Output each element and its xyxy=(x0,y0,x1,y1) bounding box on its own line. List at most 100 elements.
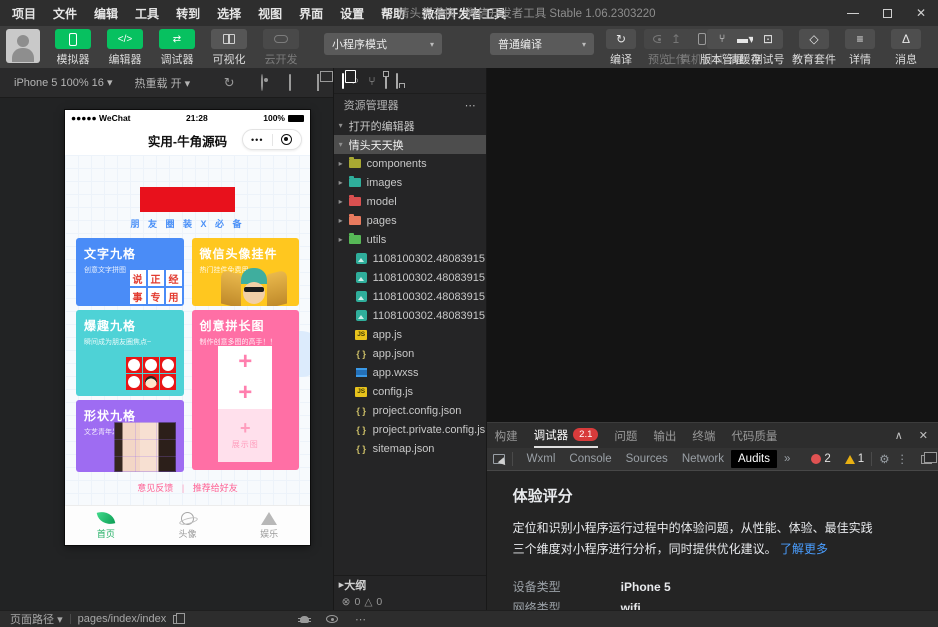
messages-button[interactable]: Δ 消息 xyxy=(884,29,928,67)
learn-more-link[interactable]: 了解更多 xyxy=(780,542,828,556)
editor-toggle[interactable]: </> 编辑器 xyxy=(102,29,148,67)
close-button[interactable]: ✕ xyxy=(904,0,938,26)
section-project-root[interactable]: ▾ 情头天天换 xyxy=(334,135,486,154)
card-text-grid[interactable]: 文字九格 创意文字拼图 说正经 事专用 xyxy=(76,238,184,306)
compile-mode-select[interactable]: 普通编译 ▾ xyxy=(490,33,594,55)
section-open-editors[interactable]: ▾ 打开的编辑器 xyxy=(334,116,486,135)
upload-button[interactable]: ↥ 上传 xyxy=(654,29,698,67)
menu-project[interactable]: 项目 xyxy=(12,5,36,22)
menu-file[interactable]: 文件 xyxy=(53,5,77,22)
toolbar-right-actions: ↥ 上传 ⑂ 版本管理 ⊡ 测试号 ◇ 教育套件 ≡ 详情 Δ 消息 xyxy=(654,29,930,67)
rotate-icon[interactable]: ↻ xyxy=(224,75,235,91)
device-frame-icon[interactable] xyxy=(289,75,291,90)
more-icon[interactable]: ⋯ xyxy=(355,613,366,626)
extensions-icon[interactable] xyxy=(385,74,387,88)
devtools-settings-icon[interactable]: ⚙ xyxy=(879,452,889,466)
menu-edit[interactable]: 编辑 xyxy=(94,5,118,22)
cloud-dev-toggle[interactable]: 云开发 xyxy=(258,29,304,67)
kebab-menu-icon[interactable]: ⋮ xyxy=(890,449,916,469)
menu-tools[interactable]: 工具 xyxy=(135,5,159,22)
tree-folder-images[interactable]: ▸ images xyxy=(334,173,486,192)
tree-file-config-js[interactable]: JS config.js xyxy=(334,382,486,401)
simulator-toggle[interactable]: 模拟器 xyxy=(50,29,96,67)
menu-goto[interactable]: 转到 xyxy=(176,5,200,22)
card-fun-grid[interactable]: 爆趣九格 瞬间成为朋友圈焦点~ xyxy=(76,310,184,396)
tree-file-app-wxss[interactable]: app.wxss xyxy=(334,363,486,382)
record-icon[interactable] xyxy=(261,75,263,90)
hot-reload-toggle[interactable]: 热重载 开 ▾ xyxy=(135,75,191,91)
devtab-console[interactable]: Console xyxy=(562,450,618,468)
tree-file-project-private-config[interactable]: { } project.private.config.js... xyxy=(334,420,486,439)
copy-icon[interactable] xyxy=(173,615,180,624)
close-panel-icon[interactable]: ✕ xyxy=(919,429,928,442)
tree-file-image[interactable]: 1108100302.48083915... xyxy=(334,249,486,268)
devtab-wxml[interactable]: Wxml xyxy=(520,450,563,468)
inspect-icon[interactable] xyxy=(493,454,505,464)
tab-fun[interactable]: 娱乐 xyxy=(228,506,310,545)
tab-debugger[interactable]: 调试器 2.1 xyxy=(534,423,599,448)
more-menu-button[interactable]: ••• xyxy=(243,135,272,145)
card-long-picture[interactable]: 创意拼长图 制作创意多图的高手！！ + + + 展示图 xyxy=(192,310,300,470)
editor-area: 构建 调试器 2.1 问题 输出 终端 代码质量 ∧ ✕ xyxy=(487,68,938,610)
tree-folder-pages[interactable]: ▸ pages xyxy=(334,211,486,230)
tree-file-project-config[interactable]: { } project.config.json xyxy=(334,401,486,420)
page-path-label[interactable]: 页面路径 ▾ xyxy=(10,611,63,627)
more-icon[interactable]: ⋯ xyxy=(465,99,476,112)
devtab-audits[interactable]: Audits xyxy=(731,450,777,468)
test-account-button[interactable]: ⊡ 测试号 xyxy=(746,29,790,67)
tree-file-sitemap[interactable]: { } sitemap.json xyxy=(334,439,486,458)
tree-folder-model[interactable]: ▸ model xyxy=(334,192,486,211)
popout-devtools-icon[interactable] xyxy=(921,455,932,464)
menu-interface[interactable]: 界面 xyxy=(299,5,323,22)
more-tabs-icon[interactable]: » xyxy=(777,450,797,468)
tree-file-image[interactable]: 1108100302.48083915... xyxy=(334,306,486,325)
details-button[interactable]: ≡ 详情 xyxy=(838,29,882,67)
console-error-count[interactable]: 2 xyxy=(811,453,830,465)
menu-select[interactable]: 选择 xyxy=(217,5,241,22)
share-link[interactable]: 推荐给好友 xyxy=(193,483,238,493)
tab-output[interactable]: 输出 xyxy=(653,423,676,448)
card-shape-grid[interactable]: 形状九格 文艺青年发图专属 xyxy=(76,400,184,472)
compile-button[interactable]: ↻ 编译 xyxy=(604,29,638,67)
close-miniprogram-button[interactable] xyxy=(273,134,302,145)
files-icon[interactable] xyxy=(342,74,344,88)
console-warning-count[interactable]: 1 xyxy=(845,453,864,465)
editor-layout-icon[interactable] xyxy=(396,74,398,88)
tab-terminal[interactable]: 终端 xyxy=(692,423,715,448)
debugger-toggle[interactable]: ⇄ 调试器 xyxy=(154,29,200,67)
git-branch-icon[interactable]: ⑂ xyxy=(368,74,375,88)
visualization-toggle[interactable]: 可视化 xyxy=(206,29,252,67)
collapse-panel-icon[interactable]: ∧ xyxy=(895,429,903,442)
eye-icon[interactable] xyxy=(326,615,338,623)
tree-file-image[interactable]: 1108100302.48083915... xyxy=(334,287,486,306)
menu-settings[interactable]: 设置 xyxy=(340,5,364,22)
bug-icon[interactable] xyxy=(300,616,309,623)
tab-code-quality[interactable]: 代码质量 xyxy=(731,423,777,448)
devtab-sources[interactable]: Sources xyxy=(619,450,675,468)
mode-select[interactable]: 小程序模式 ▾ xyxy=(324,33,442,55)
minimize-button[interactable] xyxy=(836,0,870,26)
version-control-button[interactable]: ⑂ 版本管理 xyxy=(700,29,744,67)
tree-folder-components[interactable]: ▸ components xyxy=(334,154,486,173)
main-area: iPhone 5 100% 16 ▾ 热重载 开 ▾ ↻ ●●●●● WeCha… xyxy=(0,68,938,610)
menu-view[interactable]: 视图 xyxy=(258,5,282,22)
ad-banner[interactable] xyxy=(140,187,235,212)
tree-folder-utils[interactable]: ▸ utils xyxy=(334,230,486,249)
tab-avatar[interactable]: 头像 xyxy=(147,506,229,545)
popout-icon[interactable] xyxy=(317,75,319,90)
devtab-network[interactable]: Network xyxy=(675,450,731,468)
avatar[interactable] xyxy=(6,29,40,63)
outline-section[interactable]: ▸ 大纲 xyxy=(334,575,486,593)
tree-file-app-json[interactable]: { } app.json xyxy=(334,344,486,363)
tree-file-app-js[interactable]: JS app.js xyxy=(334,325,486,344)
tab-home[interactable]: 首页 xyxy=(65,506,147,545)
explorer-panel: ⌕ ⑂ 资源管理器 ⋯ ▾ 打开的编辑器 ▾ 情头天天换 xyxy=(334,68,487,610)
tree-file-image[interactable]: 1108100302.48083915... xyxy=(334,268,486,287)
device-selector[interactable]: iPhone 5 100% 16 ▾ xyxy=(14,76,113,89)
education-suite-button[interactable]: ◇ 教育套件 xyxy=(792,29,836,67)
maximize-button[interactable] xyxy=(870,0,904,26)
card-avatar-pendant[interactable]: 微信头像挂件 热门挂件免费用~ xyxy=(192,238,300,306)
feedback-link[interactable]: 意见反馈 xyxy=(137,483,173,493)
tab-problems[interactable]: 问题 xyxy=(614,423,637,448)
tab-build[interactable]: 构建 xyxy=(495,423,518,448)
